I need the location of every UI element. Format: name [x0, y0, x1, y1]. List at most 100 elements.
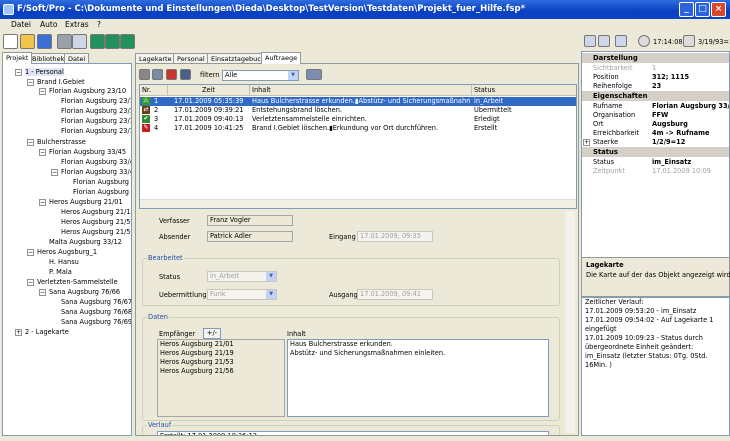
- property-row[interactable]: + Staerke 1/2/9=12: [582, 138, 729, 147]
- print-icon[interactable]: [57, 34, 72, 49]
- tree-node[interactable]: Florian Augsburg 23/1: [61, 117, 131, 125]
- save-icon[interactable]: [37, 34, 52, 49]
- tree-node[interactable]: Heros Augsburg 21/01: [49, 198, 123, 206]
- tree-node[interactable]: 2 - Lagekarte: [25, 328, 69, 336]
- property-category[interactable]: Eigenschaften: [582, 91, 729, 101]
- collapse-icon[interactable]: −: [39, 88, 46, 95]
- tree-node[interactable]: H. Hansu: [49, 258, 79, 266]
- collapse-icon[interactable]: −: [51, 169, 58, 176]
- new-file-icon[interactable]: [3, 34, 18, 49]
- delete-icon[interactable]: [166, 69, 177, 80]
- add-remove-recipient-button[interactable]: +/-: [203, 328, 221, 339]
- tree-node[interactable]: Florian Augsburg: [73, 188, 129, 196]
- export-icon[interactable]: [120, 34, 135, 49]
- property-row[interactable]: Reihenfolge 23: [582, 82, 729, 91]
- tree-node[interactable]: Verletzten-Sammelstelle: [37, 278, 118, 286]
- vertical-scrollbar[interactable]: [565, 211, 575, 433]
- table-row[interactable]: ✔ 3 17.01.2009 09:40:13 Verletztensammelste…: [140, 115, 576, 124]
- column-header-zeit[interactable]: Zeit: [168, 85, 250, 96]
- tree-node[interactable]: Sana Augsburg 76/67: [61, 298, 131, 306]
- column-header-status[interactable]: Status: [472, 85, 576, 96]
- tree-node[interactable]: Florian Augsburg 23/1: [61, 127, 131, 135]
- grid-view-icon[interactable]: [139, 69, 150, 80]
- menu-help[interactable]: ?: [97, 20, 101, 29]
- property-row[interactable]: Ort Augsburg: [582, 120, 729, 129]
- expand-icon[interactable]: +: [583, 139, 590, 146]
- horizontal-scrollbar[interactable]: [140, 199, 576, 208]
- print-preview-icon[interactable]: [72, 34, 87, 49]
- uebermittlung-select[interactable]: Funk ▼: [207, 289, 277, 300]
- menu-datei[interactable]: Datei: [11, 20, 31, 29]
- tree-node[interactable]: Sana Augsburg 76/69: [61, 318, 131, 326]
- collapse-icon[interactable]: −: [27, 249, 34, 256]
- edit-icon[interactable]: [180, 69, 191, 80]
- expand-icon[interactable]: +: [15, 329, 22, 336]
- property-category[interactable]: Status: [582, 147, 729, 157]
- tree-node[interactable]: Florian Augsburg 33/4: [61, 168, 131, 176]
- recipient-item[interactable]: Heros Augsburg 21/19: [160, 349, 284, 358]
- columns-icon[interactable]: [306, 69, 322, 80]
- tree-node[interactable]: Heros Augsburg 21/5: [61, 228, 131, 236]
- collapse-icon[interactable]: −: [27, 279, 34, 286]
- tree-node[interactable]: Florian Augsburg: [73, 178, 129, 186]
- upload-icon[interactable]: [105, 34, 120, 49]
- collapse-icon[interactable]: −: [15, 69, 22, 76]
- tree-node[interactable]: Bulcherstrasse: [37, 138, 86, 146]
- collapse-icon[interactable]: −: [39, 149, 46, 156]
- tree-node[interactable]: P. Mala: [49, 268, 72, 276]
- table-row[interactable]: ⚠ 1 17.01.2009 05:35:39 Haus Bulcherstrasse…: [140, 97, 576, 106]
- filter-select[interactable]: Alle ▼: [222, 70, 299, 81]
- import-icon[interactable]: [90, 34, 105, 49]
- sort-alpha-icon[interactable]: [598, 35, 610, 47]
- empfaenger-list[interactable]: Heros Augsburg 21/01 Heros Augsburg 21/19…: [157, 339, 285, 417]
- verfasser-field[interactable]: Franz Vogler: [207, 215, 293, 226]
- property-row[interactable]: Organisation FFW: [582, 111, 729, 120]
- collapse-icon[interactable]: −: [27, 139, 34, 146]
- inhalt-textarea[interactable]: Haus Bulcherstrasse erkunden. Abstütz- un…: [287, 339, 549, 417]
- property-row[interactable]: Sichtbarkeit 1: [582, 64, 729, 73]
- recipient-item[interactable]: Heros Augsburg 21/56: [160, 367, 284, 376]
- tree-node[interactable]: Florian Augsburg 23/1: [61, 97, 131, 105]
- recipient-item[interactable]: Heros Augsburg 21/53: [160, 358, 284, 367]
- collapse-icon[interactable]: −: [27, 79, 34, 86]
- tree-node[interactable]: Heros Augsburg 21/5: [61, 218, 131, 226]
- eingang-field[interactable]: 17.01.2009, 09:35: [357, 231, 433, 242]
- table-row[interactable]: ✎ 4 17.01.2009 10:41:25 Brand I.Gebiet lösc…: [140, 124, 576, 133]
- property-row[interactable]: Rufname Florian Augsburg 33/4: [582, 102, 729, 111]
- tab-projekt[interactable]: Projekt: [2, 52, 33, 64]
- table-row[interactable]: ⇄ 2 17.01.2009 09:39:21 Entstehungsbrand lö…: [140, 106, 576, 115]
- tree-node[interactable]: Heros Augsburg_1: [37, 248, 97, 256]
- column-header-nr[interactable]: Nr.: [140, 85, 168, 96]
- ausgang-field[interactable]: 17.01.2009, 09:41: [357, 289, 433, 300]
- tree-node[interactable]: Heros Augsburg 21/1: [61, 208, 131, 216]
- tree-node[interactable]: Malta Augsburg 33/12: [49, 238, 122, 246]
- column-header-inhalt[interactable]: Inhalt: [250, 85, 472, 96]
- tree-node[interactable]: Brand I.Gebiet: [37, 78, 85, 86]
- open-folder-icon[interactable]: [20, 34, 35, 49]
- tree-node[interactable]: Florian Augsburg 33/4: [61, 158, 131, 166]
- close-icon[interactable]: ×: [711, 2, 726, 17]
- tree-node[interactable]: Florian Augsburg 23/10: [49, 87, 126, 95]
- categorized-icon[interactable]: [584, 35, 596, 47]
- maximize-icon[interactable]: □: [695, 2, 710, 17]
- menu-extras[interactable]: Extras: [65, 20, 89, 29]
- absender-field[interactable]: Patrick Adler: [207, 231, 293, 242]
- property-row[interactable]: Position 312; 1115: [582, 73, 729, 82]
- tree-node[interactable]: Sana Augsburg 76/68: [61, 308, 131, 316]
- tree-node[interactable]: Sana Augsburg 76/66: [49, 288, 120, 296]
- tree-node[interactable]: Florian Augsburg 23/1: [61, 107, 131, 115]
- collapse-icon[interactable]: −: [39, 289, 46, 296]
- tree-node[interactable]: 1 - Personal: [25, 68, 64, 76]
- status-select[interactable]: in_Arbeit ▼: [207, 271, 277, 282]
- tab-auftraege[interactable]: Auftraege: [261, 52, 302, 64]
- property-row[interactable]: Status im_Einsatz: [582, 158, 729, 167]
- menu-auto[interactable]: Auto: [40, 20, 57, 29]
- recipient-item[interactable]: Heros Augsburg 21/01: [160, 340, 284, 349]
- property-row[interactable]: Erreichbarkeit 4m -> Rufname: [582, 129, 729, 138]
- minimize-icon[interactable]: _: [679, 2, 694, 17]
- tree-node[interactable]: Florian Augsburg 33/45: [49, 148, 126, 156]
- property-pages-icon[interactable]: [615, 35, 627, 47]
- property-row[interactable]: Zeitpunkt 17.01.2009 10:09: [582, 167, 729, 176]
- list-view-icon[interactable]: [152, 69, 163, 80]
- property-category[interactable]: Darstellung: [582, 53, 729, 63]
